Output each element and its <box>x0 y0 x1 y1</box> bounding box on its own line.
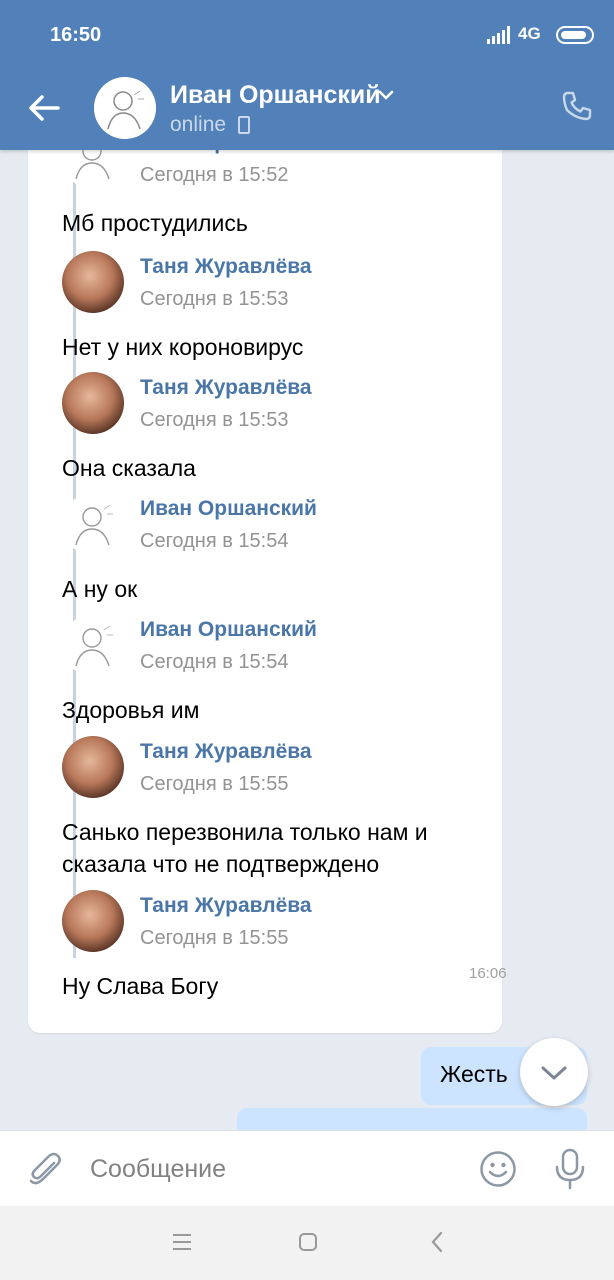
author-name[interactable]: Иван Оршанский <box>140 618 317 642</box>
contact-status: online <box>170 113 227 136</box>
message-list[interactable]: 16:06 Иван ОршанскийСегодня в 15:52Мб пр… <box>0 150 614 1130</box>
status-time: 16:50 <box>50 24 102 46</box>
paperclip-icon[interactable] <box>26 1149 64 1189</box>
message-date: Сегодня в 15:54 <box>140 530 289 552</box>
chevron-down-icon <box>541 1066 567 1080</box>
sketch-avatar-icon <box>94 77 156 139</box>
message-date: Сегодня в 15:55 <box>140 927 289 949</box>
menu-icon[interactable] <box>171 1232 193 1252</box>
message-date: Сегодня в 15:52 <box>140 164 289 186</box>
author-avatar[interactable] <box>62 890 124 952</box>
system-nav-bar <box>0 1206 614 1280</box>
outgoing-text: Жесть <box>440 1061 508 1087</box>
message-text: А ну ок <box>62 576 138 602</box>
microphone-icon[interactable] <box>552 1147 588 1191</box>
emoji-icon[interactable] <box>479 1150 517 1188</box>
message-text: Ну Слава Богу <box>62 973 219 999</box>
scroll-down-button[interactable] <box>520 1038 588 1106</box>
chat-header: 16:50 4G Иван Оршанский online <box>0 0 614 150</box>
author-avatar[interactable] <box>62 372 124 434</box>
message-text: Она сказала <box>62 455 196 481</box>
message-input[interactable] <box>90 1151 450 1187</box>
outgoing-message[interactable] <box>237 1108 587 1130</box>
author-name[interactable]: Таня Журавлёва <box>140 376 312 400</box>
author-avatar[interactable] <box>62 251 124 313</box>
message-text: Мб простудились <box>62 210 248 236</box>
nav-back-icon[interactable] <box>428 1230 446 1254</box>
author-avatar[interactable] <box>62 614 124 676</box>
contact-name[interactable]: Иван Оршанский <box>170 81 381 110</box>
signal-icon <box>487 26 510 44</box>
home-icon[interactable] <box>298 1232 318 1252</box>
battery-icon <box>556 26 594 44</box>
message-date: Сегодня в 15:53 <box>140 288 289 310</box>
phone-icon[interactable] <box>561 90 593 122</box>
author-name[interactable]: Таня Журавлёва <box>140 255 312 279</box>
message-text: Санько перезвонила только нам и сказала … <box>62 819 428 877</box>
message-date: Сегодня в 15:55 <box>140 773 289 795</box>
author-avatar[interactable] <box>62 736 124 798</box>
mobile-icon <box>238 116 250 134</box>
message-composer <box>0 1130 614 1206</box>
author-avatar[interactable] <box>62 493 124 555</box>
network-type: 4G <box>518 24 541 43</box>
back-arrow-icon[interactable] <box>22 86 66 130</box>
author-name[interactable]: Таня Журавлёва <box>140 894 312 918</box>
chevron-down-icon[interactable] <box>376 88 396 102</box>
author-name[interactable]: Таня Журавлёва <box>140 740 312 764</box>
status-bar: 16:50 4G <box>0 0 614 68</box>
message-text: Нет у них короновирус <box>62 334 304 360</box>
message-text: Здоровья им <box>62 697 200 723</box>
message-date: Сегодня в 15:53 <box>140 409 289 431</box>
contact-avatar[interactable] <box>94 77 156 139</box>
message-date: Сегодня в 15:54 <box>140 651 289 673</box>
author-name[interactable]: Иван Оршанский <box>140 150 317 155</box>
author-name[interactable]: Иван Оршанский <box>140 497 317 521</box>
